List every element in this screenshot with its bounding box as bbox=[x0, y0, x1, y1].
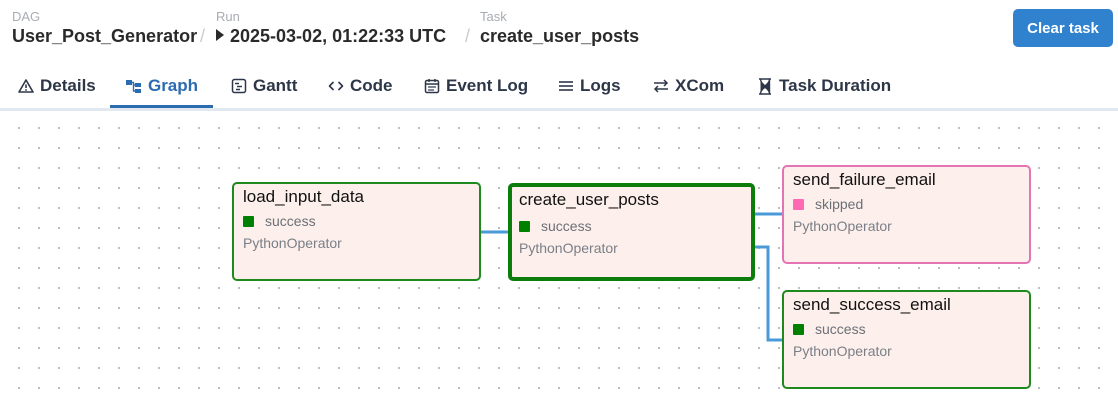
tab-label: Task Duration bbox=[779, 76, 892, 95]
tab-graph[interactable]: Graph bbox=[110, 64, 213, 108]
task-state: skipped bbox=[793, 196, 863, 212]
tab-label: Logs bbox=[580, 76, 621, 95]
tab-label: Code bbox=[350, 76, 393, 95]
tab-details[interactable]: Details bbox=[17, 64, 96, 108]
task-operator: PythonOperator bbox=[519, 240, 618, 256]
breadcrumb-separator: / bbox=[200, 26, 206, 46]
tab-task-duration[interactable]: Task Duration bbox=[756, 64, 891, 108]
play-icon bbox=[216, 29, 224, 41]
breadcrumb-task[interactable]: Task create_user_posts bbox=[480, 10, 639, 48]
status-square-icon bbox=[793, 198, 804, 210]
warning-triangle-icon bbox=[17, 77, 35, 95]
task-state: success bbox=[793, 321, 866, 337]
tab-event-log[interactable]: Event Log bbox=[423, 64, 528, 108]
status-square-icon bbox=[243, 215, 254, 227]
tab-label: XCom bbox=[675, 76, 725, 95]
task-node-send-success-email[interactable]: send_success_email success PythonOperato… bbox=[782, 290, 1031, 389]
tab-label: Gantt bbox=[253, 76, 298, 95]
task-operator: PythonOperator bbox=[793, 343, 892, 359]
dag-name-link[interactable]: User_Post_Generator bbox=[12, 24, 197, 48]
tab-label: Graph bbox=[147, 76, 199, 95]
status-square-icon bbox=[519, 220, 530, 232]
task-label: Task bbox=[480, 9, 507, 24]
task-operator: PythonOperator bbox=[243, 235, 342, 251]
task-state: success bbox=[243, 213, 316, 229]
task-state-label: skipped bbox=[815, 196, 864, 212]
task-node-load-input-data[interactable]: load_input_data success PythonOperator bbox=[232, 182, 481, 281]
tab-label: Details bbox=[40, 76, 96, 95]
tab-code[interactable]: Code bbox=[327, 64, 393, 108]
task-state-label: success bbox=[815, 321, 866, 337]
run-link[interactable]: 2025-03-02, 01:22:33 UTC bbox=[216, 24, 446, 48]
run-label: Run bbox=[216, 9, 240, 24]
gantt-icon bbox=[230, 77, 248, 95]
tab-xcom[interactable]: XCom bbox=[652, 64, 724, 108]
calendar-icon bbox=[423, 77, 441, 95]
hourglass-icon bbox=[756, 77, 774, 95]
status-square-icon bbox=[793, 323, 804, 335]
task-name-link[interactable]: create_user_posts bbox=[480, 24, 639, 48]
graph-canvas[interactable]: load_input_data success PythonOperator c… bbox=[0, 113, 1118, 407]
tab-bar: Details Graph Gantt Code Event Log Logs … bbox=[0, 64, 1118, 111]
task-name: load_input_data bbox=[243, 187, 365, 206]
task-name: create_user_posts bbox=[519, 190, 659, 209]
breadcrumb-dag[interactable]: DAG User_Post_Generator bbox=[12, 10, 197, 48]
task-state: success bbox=[519, 218, 592, 234]
run-value: 2025-03-02, 01:22:33 UTC bbox=[230, 26, 447, 46]
code-icon bbox=[327, 77, 345, 95]
graph-icon bbox=[125, 77, 143, 95]
clear-task-button[interactable]: Clear task bbox=[1013, 9, 1113, 47]
task-state-label: success bbox=[265, 213, 316, 229]
task-state-label: success bbox=[541, 218, 592, 234]
breadcrumb: DAG User_Post_Generator / Run 2025-03-02… bbox=[0, 0, 1118, 58]
dag-label: DAG bbox=[12, 9, 41, 24]
tab-gantt[interactable]: Gantt bbox=[230, 64, 297, 108]
edge-create-to-success bbox=[754, 245, 782, 342]
task-node-create-user-posts[interactable]: create_user_posts success PythonOperator bbox=[508, 183, 755, 281]
tab-logs[interactable]: Logs bbox=[557, 64, 621, 108]
swap-arrows-icon bbox=[652, 77, 670, 95]
breadcrumb-run[interactable]: Run 2025-03-02, 01:22:33 UTC bbox=[216, 10, 446, 48]
list-icon bbox=[557, 77, 575, 95]
task-node-send-failure-email[interactable]: send_failure_email skipped PythonOperato… bbox=[782, 165, 1031, 264]
tab-label: Event Log bbox=[446, 76, 529, 95]
task-operator: PythonOperator bbox=[793, 218, 892, 234]
task-name: send_failure_email bbox=[793, 170, 936, 189]
task-name: send_success_email bbox=[793, 295, 951, 314]
breadcrumb-separator: / bbox=[465, 26, 471, 46]
